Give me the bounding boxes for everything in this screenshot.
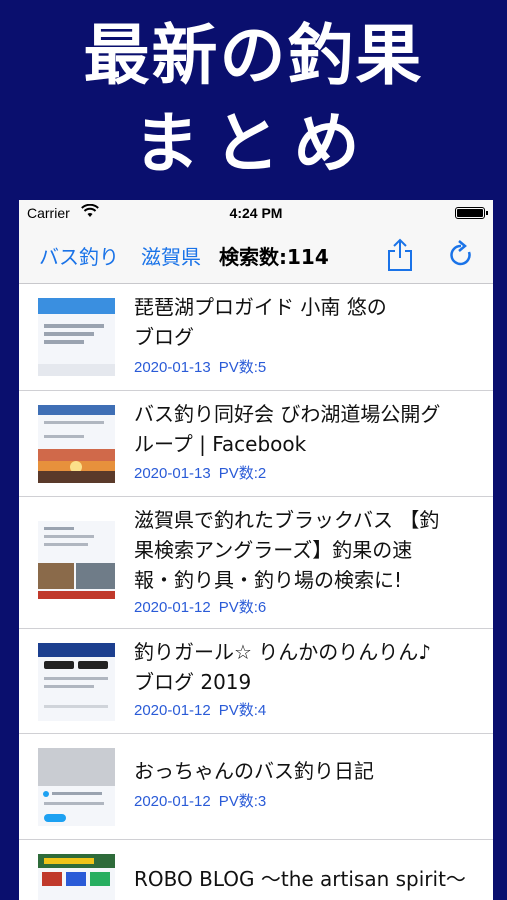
promo-banner: 最新の釣果 まとめ xyxy=(0,0,507,200)
list-item[interactable]: 釣りガール☆ りんかのりんりん♪ ブログ 2019 2020-01-12 PV数:… xyxy=(19,629,493,734)
category-button[interactable]: バス釣り xyxy=(39,241,119,270)
result-meta: 2020-01-12 PV数:3 xyxy=(134,790,266,811)
promo-headline: 最新の釣果 xyxy=(83,17,424,94)
result-title: バス釣り同好会 びわ湖道場公開グ ループ | Facebook xyxy=(134,399,479,459)
result-pv: PV数:5 xyxy=(218,359,267,376)
thumbnail-fish-photos xyxy=(38,521,115,599)
result-title-line: 釣りガール☆ りんかのりんりん♪ xyxy=(134,640,432,664)
result-meta: 2020-01-12 PV数:6 xyxy=(134,596,266,617)
battery-icon xyxy=(455,207,488,219)
prefecture-button[interactable]: 滋賀県 xyxy=(141,241,201,270)
result-title-line: 琵琶湖プロガイド 小南 悠の xyxy=(134,295,387,319)
result-title-line: おっちゃんのバス釣り日記 xyxy=(134,759,374,783)
result-pv: PV数:2 xyxy=(218,465,267,482)
result-title-line: バス釣り同好会 びわ湖道場公開グ xyxy=(134,402,441,426)
result-pv: PV数:6 xyxy=(218,599,267,616)
result-list: 琵琶湖プロガイド 小南 悠の ブログ 2020-01-13 PV数:5 バス釣り… xyxy=(19,284,493,900)
search-count: 検索数:114 xyxy=(219,245,329,269)
list-item[interactable]: ROBO BLOG ～the artisan spirit～ xyxy=(19,840,493,900)
result-title-line: ROBO BLOG ～the artisan spirit～ xyxy=(134,867,466,891)
share-icon[interactable] xyxy=(386,238,414,272)
result-title-line: 果検索アングラーズ】釣果の速 xyxy=(134,538,413,562)
refresh-icon[interactable] xyxy=(447,240,475,270)
result-title: ROBO BLOG ～the artisan spirit～ xyxy=(134,864,479,894)
result-title-line: ループ | Facebook xyxy=(134,432,307,456)
thumbnail-app-store xyxy=(38,643,115,721)
result-title: 釣りガール☆ りんかのりんりん♪ ブログ 2019 xyxy=(134,637,479,697)
result-pv: PV数:4 xyxy=(218,702,267,719)
list-item[interactable]: 琵琶湖プロガイド 小南 悠の ブログ 2020-01-13 PV数:5 xyxy=(19,284,493,391)
thumbnail-sunset xyxy=(38,405,115,483)
result-date: 2020-01-12 xyxy=(134,793,211,810)
result-meta: 2020-01-12 PV数:4 xyxy=(134,699,266,720)
result-title: 琵琶湖プロガイド 小南 悠の ブログ xyxy=(134,292,479,352)
list-item[interactable]: 滋賀県で釣れたブラックバス 【釣 果検索アングラーズ】釣果の速 報・釣り具・釣り… xyxy=(19,497,493,629)
result-date: 2020-01-12 xyxy=(134,702,211,719)
result-meta: 2020-01-13 PV数:5 xyxy=(134,356,266,377)
result-date: 2020-01-13 xyxy=(134,359,211,376)
thumbnail-app-screenshot xyxy=(38,298,115,376)
result-meta: 2020-01-13 PV数:2 xyxy=(134,462,266,483)
list-item[interactable]: バス釣り同好会 びわ湖道場公開グ ループ | Facebook 2020-01-… xyxy=(19,391,493,497)
thumbnail-twitter xyxy=(38,748,115,826)
result-title-line: 滋賀県で釣れたブラックバス 【釣 xyxy=(134,508,440,532)
result-date: 2020-01-13 xyxy=(134,465,211,482)
list-item[interactable]: おっちゃんのバス釣り日記 2020-01-12 PV数:3 xyxy=(19,734,493,840)
result-title-line: ブログ xyxy=(134,325,194,349)
result-pv: PV数:3 xyxy=(218,793,267,810)
result-date: 2020-01-12 xyxy=(134,599,211,616)
result-title: 滋賀県で釣れたブラックバス 【釣 果検索アングラーズ】釣果の速 報・釣り具・釣り… xyxy=(134,505,479,595)
phone-screen: Carrier 4:24 PM バス釣り 滋賀県 検索数:114 琵琶湖プロガイ… xyxy=(19,200,493,900)
result-title-line: ブログ 2019 xyxy=(134,670,252,694)
status-time: 4:24 PM xyxy=(229,205,283,221)
result-title-line: 報・釣り具・釣り場の検索に! xyxy=(134,568,403,592)
thumbnail-blog-banner xyxy=(38,854,115,900)
navigation-bar: バス釣り 滋賀県 検索数:114 xyxy=(19,226,493,284)
result-title: おっちゃんのバス釣り日記 xyxy=(134,756,479,786)
promo-subheadline: まとめ xyxy=(133,105,374,182)
status-bar: Carrier 4:24 PM xyxy=(19,200,493,226)
